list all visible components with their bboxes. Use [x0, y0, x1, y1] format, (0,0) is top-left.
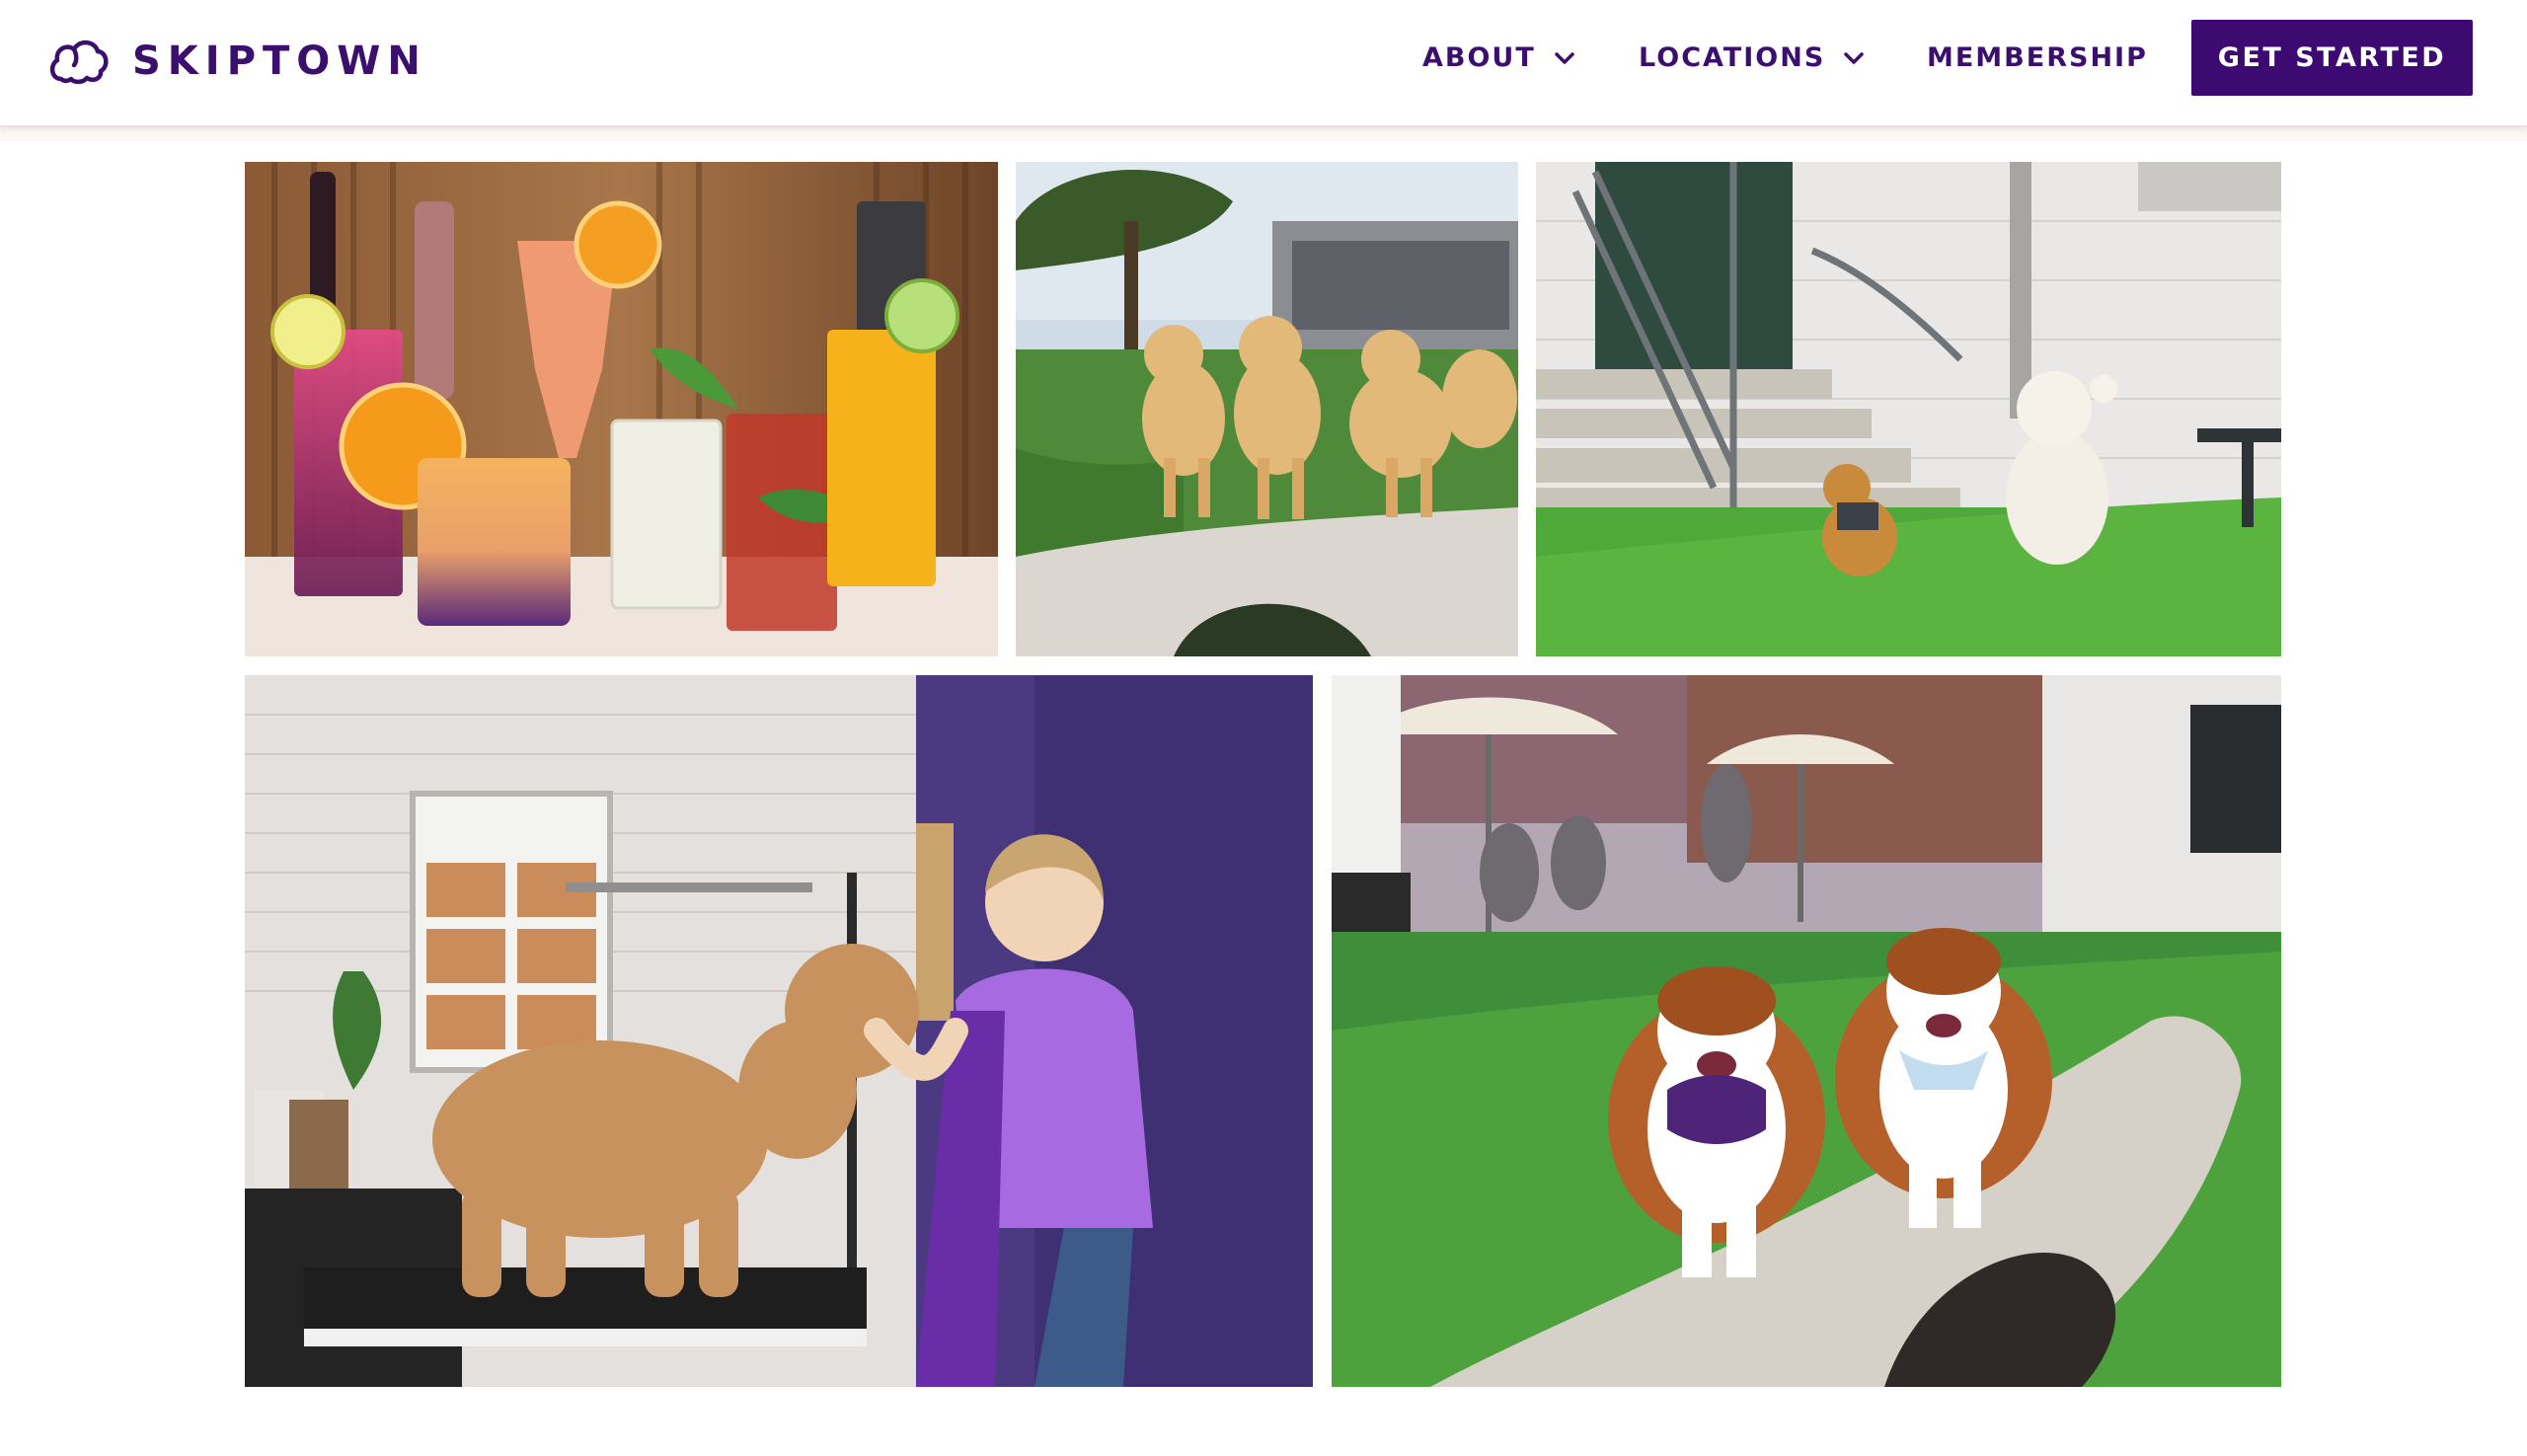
photo-golden-retrievers: [1016, 162, 1518, 656]
photo-cocktails: [245, 162, 998, 656]
photo-dogs-running: [1536, 162, 2281, 656]
photo-groomer: [245, 675, 1313, 1387]
get-started-button[interactable]: GET STARTED: [2191, 20, 2473, 96]
brand-logo[interactable]: SKIPTOWN: [47, 34, 427, 89]
brand-name: SKIPTOWN: [132, 38, 427, 84]
nav-membership[interactable]: MEMBERSHIP: [1927, 0, 2148, 115]
chevron-down-icon: [1555, 51, 1574, 64]
nav-about[interactable]: ABOUT: [1422, 0, 1575, 115]
nav-membership-label: MEMBERSHIP: [1927, 42, 2148, 73]
header-divider-strip: [0, 127, 2527, 141]
nav-about-label: ABOUT: [1422, 42, 1536, 73]
chevron-down-icon: [1844, 51, 1865, 64]
site-header: SKIPTOWN ABOUT LOCATIONS MEMBERSHIP GET …: [0, 0, 2527, 127]
cloud-logo-icon: [49, 39, 109, 85]
photo-cavaliers: [1332, 675, 2281, 1387]
nav-locations-label: LOCATIONS: [1639, 42, 1826, 73]
nav-locations[interactable]: LOCATIONS: [1639, 0, 1865, 115]
